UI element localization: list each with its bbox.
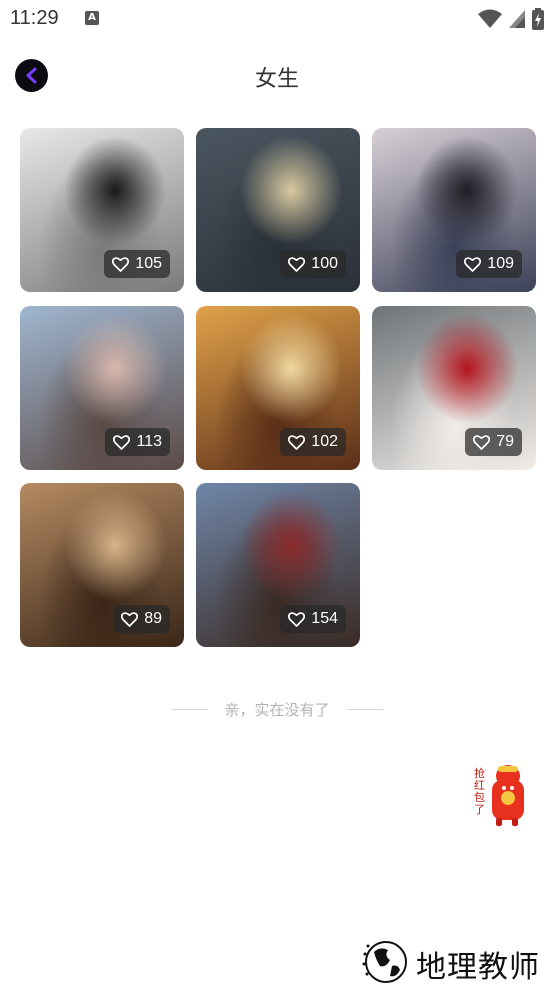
divider-line (347, 709, 383, 710)
end-of-list-indicator: 亲，实在没有了 (0, 699, 554, 721)
like-count-badge[interactable]: 109 (456, 250, 522, 278)
watermark-text: 地理教师 (416, 950, 540, 985)
red-packet-label: 抢红包了 (474, 767, 485, 816)
status-time: 11:29 (10, 7, 59, 29)
heart-icon (473, 434, 491, 450)
heart-icon (464, 256, 482, 272)
like-count: 79 (496, 433, 514, 450)
photo-card[interactable]: 105 (20, 128, 184, 292)
like-count-badge[interactable]: 105 (104, 250, 170, 278)
like-count: 89 (144, 610, 162, 627)
watermark: 地理教师 (352, 936, 552, 986)
a-notification-icon: A (85, 11, 99, 25)
heart-icon (288, 434, 306, 450)
photo-card[interactable]: 102 (196, 306, 360, 470)
like-count-badge[interactable]: 113 (105, 428, 170, 456)
end-of-list-text: 亲，实在没有了 (224, 701, 330, 719)
signal-icon (509, 10, 525, 28)
divider-line (172, 709, 208, 710)
photo-card[interactable]: 89 (20, 483, 184, 647)
like-count: 113 (136, 433, 162, 450)
like-count-badge[interactable]: 102 (280, 428, 346, 456)
heart-icon (288, 256, 306, 272)
page-title: 女生 (254, 67, 299, 92)
red-packet-button[interactable]: 抢红包了 (474, 758, 530, 830)
wifi-icon (478, 9, 502, 28)
like-count: 109 (487, 255, 514, 272)
battery-charging-icon (532, 8, 544, 30)
like-count: 102 (311, 433, 338, 450)
status-bar: 11:29 A (0, 0, 554, 38)
like-count-badge[interactable]: 154 (280, 605, 346, 633)
system-icons (478, 8, 544, 30)
like-count: 105 (135, 255, 162, 272)
like-count-badge[interactable]: 100 (280, 250, 346, 278)
photo-card[interactable]: 113 (20, 306, 184, 470)
heart-icon (112, 256, 130, 272)
like-count-badge[interactable]: 79 (465, 428, 522, 456)
photo-card[interactable]: 154 (196, 483, 360, 647)
like-count: 154 (311, 610, 338, 627)
photo-card[interactable]: 100 (196, 128, 360, 292)
like-count: 100 (311, 255, 338, 272)
photo-card[interactable]: 79 (372, 306, 536, 470)
photo-card[interactable]: 109 (372, 128, 536, 292)
globe-logo-icon (362, 941, 407, 983)
heart-icon (113, 434, 131, 450)
like-count-badge[interactable]: 89 (113, 605, 170, 633)
page-header: 女生 (0, 52, 554, 100)
heart-icon (288, 611, 306, 627)
heart-icon (121, 611, 139, 627)
